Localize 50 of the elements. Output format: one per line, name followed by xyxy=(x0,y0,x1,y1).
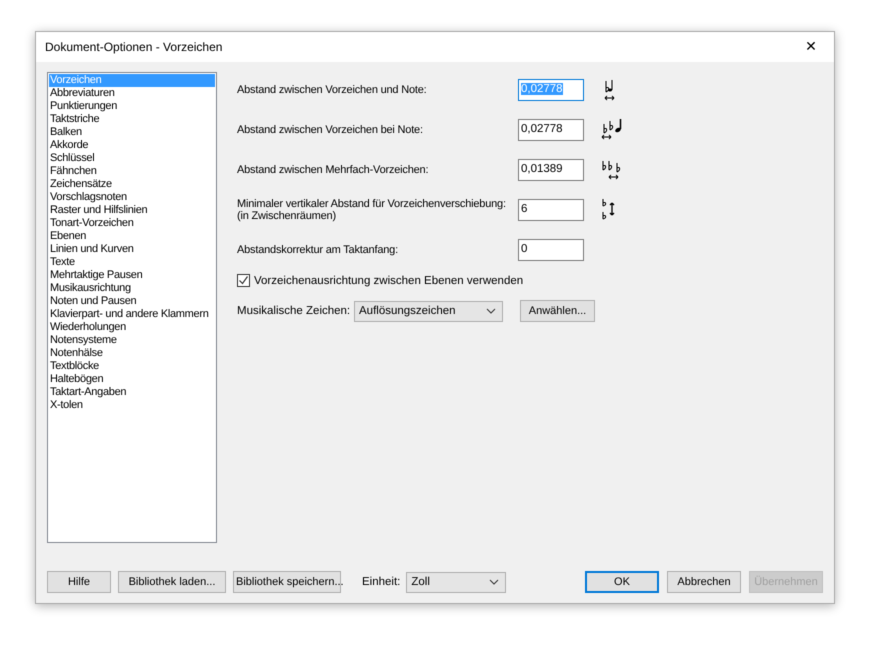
window-title: Dokument-Optionen - Vorzeichen xyxy=(45,40,224,54)
category-item[interactable]: Haltebögen xyxy=(49,373,215,386)
input-field[interactable]: 0,01389 xyxy=(518,159,584,181)
field-label: Abstand zwischen Vorzeichen und Note: xyxy=(237,84,428,96)
category-item[interactable]: Wiederholungen xyxy=(49,321,215,334)
category-item[interactable]: Mehrtaktige Pausen xyxy=(49,269,215,282)
close-button[interactable]: ✕ xyxy=(788,32,834,62)
category-item[interactable]: Vorschlagsnoten xyxy=(49,191,215,204)
category-item[interactable]: Texte xyxy=(49,256,215,269)
chevron-down-icon xyxy=(489,579,500,585)
category-item[interactable]: Abbreviaturen xyxy=(49,87,215,100)
input-field[interactable]: 0,02778 xyxy=(518,119,584,141)
footer-button[interactable]: Hilfe xyxy=(47,571,111,593)
footer-button[interactable]: Bibliothek laden... xyxy=(118,571,226,593)
input-field[interactable]: 0 xyxy=(518,239,584,261)
field-label: Minimaler vertikaler Abstand für Vorzeichenverschiebung: (in Zwischenräumen) xyxy=(237,198,507,222)
category-item[interactable]: Noten und Pausen xyxy=(49,295,215,308)
category-item[interactable]: Fähnchen xyxy=(49,165,215,178)
symbol-dropdown[interactable]: Auflösungszeichen xyxy=(354,300,503,322)
chevron-down-icon xyxy=(486,308,496,314)
unit-label: Einheit: xyxy=(362,576,400,588)
category-item[interactable]: Notenhälse xyxy=(49,347,215,360)
dialog-button[interactable]: Abbrechen xyxy=(667,571,741,593)
unit-dropdown[interactable]: Zoll xyxy=(406,572,506,592)
category-item[interactable]: Notensysteme xyxy=(49,334,215,347)
category-item[interactable]: Ebenen xyxy=(49,230,215,243)
field-label: Abstand zwischen Vorzeichen bei Note: xyxy=(237,124,424,136)
category-item[interactable]: Textblöcke xyxy=(49,360,215,373)
category-item[interactable]: Musikausrichtung xyxy=(49,282,215,295)
field-label: Musikalische Zeichen: xyxy=(237,305,352,317)
category-item[interactable]: Punktierungen xyxy=(49,100,215,113)
input-field[interactable]: 6 xyxy=(518,199,584,221)
category-item[interactable]: Zeichensätze xyxy=(49,178,215,191)
category-item[interactable]: Tonart-Vorzeichen xyxy=(49,217,215,230)
category-item[interactable]: X-tolen xyxy=(49,399,215,412)
select-button[interactable]: Anwählen... xyxy=(520,300,595,322)
category-item[interactable]: Akkorde xyxy=(49,139,215,152)
dialog-button[interactable]: OK xyxy=(585,571,659,593)
checkbox-label: Vorzeichenausrichtung zwischen Ebenen verwenden xyxy=(254,274,524,286)
category-item[interactable]: Schlüssel xyxy=(49,152,215,165)
field-label: Abstandskorrektur am Taktanfang: xyxy=(237,244,399,256)
checkbox[interactable] xyxy=(237,274,250,287)
category-item[interactable]: Taktstriche xyxy=(49,113,215,126)
field-label: Abstand zwischen Mehrfach-Vorzeichen: xyxy=(237,164,430,176)
category-item[interactable]: Balken xyxy=(49,126,215,139)
category-item[interactable]: Raster und Hilfslinien xyxy=(49,204,215,217)
category-item[interactable]: Klavierpart- und andere Klammern xyxy=(49,308,215,321)
category-item[interactable]: Taktart-Angaben xyxy=(49,386,215,399)
category-item[interactable]: Linien und Kurven xyxy=(49,243,215,256)
footer-button[interactable]: Bibliothek speichern... xyxy=(233,571,341,593)
